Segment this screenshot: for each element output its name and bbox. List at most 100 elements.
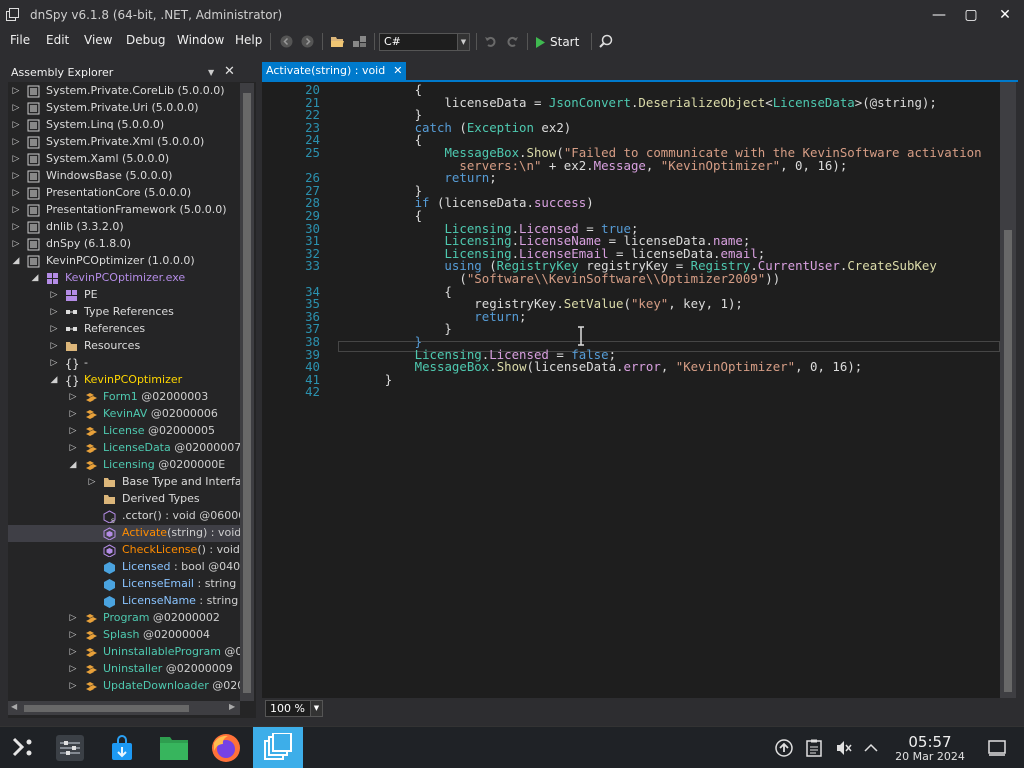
tree-item[interactable]: LicenseName : string @0 [8, 593, 240, 610]
expand-toggle-icon[interactable]: ▷ [68, 425, 78, 437]
tree-item[interactable]: ▷ Uninstaller @02000009 [8, 661, 240, 678]
show-desktop-button[interactable] [982, 730, 1012, 766]
close-button[interactable]: ✕ [992, 5, 1018, 25]
expand-toggle-icon[interactable]: ▷ [68, 408, 78, 420]
code-line[interactable]: licenseData = JsonConvert.DeserializeObj… [340, 96, 936, 109]
search-button[interactable] [597, 30, 615, 52]
menu-view[interactable]: View [84, 33, 112, 47]
expand-toggle-icon[interactable]: ▷ [68, 442, 78, 454]
tree-item[interactable]: ▷ System.Private.CoreLib (5.0.0.0) [8, 83, 240, 100]
collapse-toggle-icon[interactable]: ◢ [30, 272, 40, 284]
expand-toggle-icon[interactable]: ▷ [68, 680, 78, 692]
digital-clock[interactable]: 05:57 20 Mar 2024 [888, 733, 972, 763]
tree-item[interactable]: ▷ License @02000005 [8, 423, 240, 440]
expand-toggle-icon[interactable]: ▷ [11, 102, 21, 114]
expand-toggle-icon[interactable]: ▷ [68, 646, 78, 658]
tree-item[interactable]: Licensed : bool @040000 [8, 559, 240, 576]
back-button[interactable] [278, 30, 294, 52]
tree-item[interactable]: ▷ PresentationFramework (5.0.0.0) [8, 202, 240, 219]
tree-item[interactable]: ▷ UninstallableProgram @0200 [8, 644, 240, 661]
assembly-tree[interactable]: ▷ System.Private.CoreLib (5.0.0.0) ▷ System… [8, 83, 240, 701]
language-select[interactable]: C# ▼ [379, 33, 470, 51]
tree-item[interactable]: ▷ System.Linq (5.0.0.0) [8, 117, 240, 134]
expand-toggle-icon[interactable]: ▷ [49, 306, 59, 318]
tray-clipboard[interactable] [800, 730, 828, 766]
expand-toggle-icon[interactable]: ▷ [11, 170, 21, 182]
collapse-toggle-icon[interactable]: ◢ [49, 374, 59, 386]
tree-item[interactable]: Activate(string) : void @0 [8, 525, 240, 542]
minimize-button[interactable]: — [926, 5, 952, 25]
redo-button[interactable] [504, 30, 520, 52]
scrollbar-thumb[interactable] [24, 705, 189, 712]
expand-toggle-icon[interactable]: ▷ [68, 663, 78, 675]
expand-toggle-icon[interactable]: ▷ [11, 187, 21, 199]
tree-item[interactable]: ▷ System.Private.Xml (5.0.0.0) [8, 134, 240, 151]
scrollbar-thumb[interactable] [1004, 230, 1012, 692]
tray-updates[interactable] [770, 730, 798, 766]
tree-item[interactable]: ▷ PE [8, 287, 240, 304]
tree-item[interactable]: ▷ PresentationCore (5.0.0.0) [8, 185, 240, 202]
taskbar-file-manager[interactable] [156, 730, 192, 766]
tree-item[interactable]: ▷ UpdateDownloader @02000 [8, 678, 240, 695]
explorer-vertical-scrollbar[interactable] [240, 83, 254, 701]
tree-item[interactable]: S .cctor() : void @0600005 [8, 508, 240, 525]
expand-toggle-icon[interactable]: ▷ [11, 153, 21, 165]
tree-item[interactable]: CheckLicense() : void @0 [8, 542, 240, 559]
undo-button[interactable] [482, 30, 498, 52]
chevron-down-icon[interactable]: ▼ [208, 68, 214, 77]
code-editor[interactable]: 20 {21 licenseData = JsonConvert.Deseria… [262, 82, 1000, 698]
tray-volume[interactable] [830, 730, 858, 766]
expand-toggle-icon[interactable]: ▷ [11, 221, 21, 233]
explorer-horizontal-scrollbar[interactable]: ◀ ▶ [8, 701, 240, 715]
tab-activate[interactable]: Activate(string) : void ✕ [262, 62, 407, 80]
expand-toggle-icon[interactable]: ▷ [68, 612, 78, 624]
tree-item[interactable]: ▷ Base Type and Interfaces [8, 474, 240, 491]
taskbar-firefox[interactable] [208, 730, 244, 766]
tree-item[interactable]: ▷ LicenseData @02000007 [8, 440, 240, 457]
close-icon[interactable]: ✕ [393, 64, 402, 78]
expand-toggle-icon[interactable]: ▷ [11, 119, 21, 131]
tree-item[interactable]: ▷ Splash @02000004 [8, 627, 240, 644]
zoom-select[interactable]: 100 % ▼ [265, 700, 323, 717]
taskbar-dnspy-active[interactable] [253, 727, 303, 768]
open-list-button[interactable] [351, 30, 367, 52]
tree-item[interactable]: ▷ Form1 @02000003 [8, 389, 240, 406]
tree-item[interactable]: ▷ System.Private.Uri (5.0.0.0) [8, 100, 240, 117]
tray-expand-button[interactable] [858, 730, 884, 766]
taskbar-system-settings[interactable] [52, 730, 88, 766]
menu-debug[interactable]: Debug [126, 33, 165, 47]
maximize-button[interactable]: ▢ [958, 5, 984, 25]
tree-item[interactable]: ◢ {} KevinPCOptimizer [8, 372, 240, 389]
expand-toggle-icon[interactable]: ▷ [49, 357, 59, 369]
expand-toggle-icon[interactable]: ▷ [11, 238, 21, 250]
menu-file[interactable]: File [10, 33, 30, 47]
expand-toggle-icon[interactable]: ▷ [11, 204, 21, 216]
tree-item[interactable]: ▷ KevinAV @02000006 [8, 406, 240, 423]
application-launcher-button[interactable] [4, 730, 40, 766]
scrollbar-thumb[interactable] [243, 93, 251, 693]
menu-edit[interactable]: Edit [46, 33, 69, 47]
start-debugging-button[interactable]: Start [534, 32, 579, 52]
expand-toggle-icon[interactable]: ▷ [11, 136, 21, 148]
tree-item[interactable]: ▷ Type References [8, 304, 240, 321]
tree-item[interactable]: ◢ Licensing @0200000E [8, 457, 240, 474]
code-line[interactable]: MessageBox.Show(licenseData.error, "Kevi… [340, 360, 863, 373]
close-icon[interactable]: ✕ [224, 64, 235, 79]
open-button[interactable] [329, 30, 345, 52]
tree-item[interactable]: ◢ KevinPCOptimizer.exe [8, 270, 240, 287]
taskbar-discover[interactable] [104, 730, 140, 766]
code-line[interactable]: } [340, 373, 392, 386]
collapse-toggle-icon[interactable]: ◢ [68, 459, 78, 471]
tree-item[interactable]: ◢ KevinPCOptimizer (1.0.0.0) [8, 253, 240, 270]
menu-window[interactable]: Window [177, 33, 224, 47]
expand-toggle-icon[interactable]: ▷ [11, 85, 21, 97]
tree-item[interactable]: Derived Types [8, 491, 240, 508]
tree-item[interactable]: LicenseEmail : string @04 [8, 576, 240, 593]
forward-button[interactable] [299, 30, 315, 52]
tree-item[interactable]: ▷ References [8, 321, 240, 338]
menu-help[interactable]: Help [235, 33, 262, 47]
tree-item[interactable]: ▷ Resources [8, 338, 240, 355]
expand-toggle-icon[interactable]: ▷ [49, 340, 59, 352]
editor-vertical-scrollbar[interactable] [1000, 82, 1016, 698]
expand-toggle-icon[interactable]: ▷ [68, 629, 78, 641]
